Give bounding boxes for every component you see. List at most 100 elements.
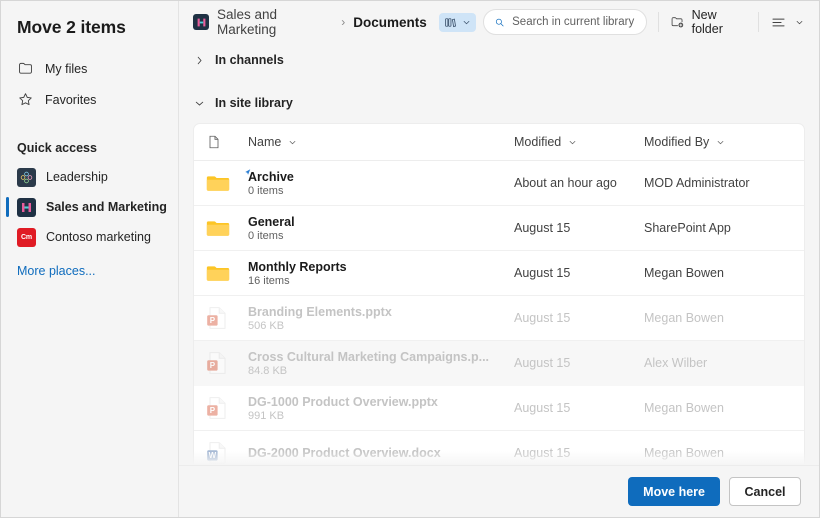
file-list: Name Modified Modified By Archive 0 item… xyxy=(193,123,805,476)
column-header-modified-label: Modified xyxy=(514,135,562,149)
column-header-modified-by[interactable]: Modified By xyxy=(644,135,790,149)
row-subtitle: 506 KB xyxy=(248,319,285,332)
toolbar-divider-2 xyxy=(758,12,760,32)
row-modified-by: Megan Bowen xyxy=(644,266,724,280)
sidebar-item-favorites[interactable]: Favorites xyxy=(1,84,178,115)
chevron-down-icon xyxy=(290,140,296,144)
toolbar: Sales and Marketing › Documents Search i… xyxy=(179,1,819,43)
site-badge-text: Cm xyxy=(21,233,32,241)
quick-access-header: Quick access xyxy=(17,141,97,155)
sidebar-item-my-files[interactable]: My files xyxy=(1,53,178,84)
column-header-modified[interactable]: Modified xyxy=(514,135,644,149)
table-row[interactable]: Monthly Reports 16 items August 15 Megan… xyxy=(194,251,804,296)
list-view-icon xyxy=(772,18,785,26)
chevron-down-icon xyxy=(463,20,470,24)
dialog-title: Move 2 items xyxy=(17,17,126,37)
breadcrumb-separator: › xyxy=(341,15,346,29)
table-row[interactable]: General 0 items August 15 SharePoint App xyxy=(194,206,804,251)
toolbar-actions: New folder xyxy=(482,8,805,36)
table-row: P Cross Cultural Marketing Campaigns.p..… xyxy=(194,341,804,386)
row-modified-by: SharePoint App xyxy=(644,221,731,235)
row-icon xyxy=(206,264,248,283)
row-title: Monthly Reports xyxy=(248,259,347,274)
row-subtitle: 0 items xyxy=(248,184,284,197)
group-label: In channels xyxy=(215,53,284,67)
view-options-button[interactable] xyxy=(770,14,805,31)
row-title: Cross Cultural Marketing Campaigns.p... xyxy=(248,349,490,364)
row-name-cell: DG-2000 Product Overview.docx xyxy=(248,446,514,461)
site-leadership-icon xyxy=(17,167,36,187)
more-places-link[interactable]: More places... xyxy=(1,264,178,278)
row-title: DG-1000 Product Overview.pptx xyxy=(248,394,438,409)
word-file-icon: W xyxy=(207,442,226,464)
row-title: Branding Elements.pptx xyxy=(248,304,392,319)
row-name-cell: General 0 items xyxy=(248,215,514,242)
chevron-right-icon xyxy=(197,56,202,64)
breadcrumb-site[interactable]: Sales and Marketing xyxy=(193,7,333,37)
column-header-icon[interactable] xyxy=(206,133,248,151)
row-modified-by: MOD Administrator xyxy=(644,176,750,190)
row-subtitle: 16 items xyxy=(248,274,290,287)
row-modified: August 15 xyxy=(514,356,571,370)
new-folder-icon xyxy=(671,17,683,28)
svg-text:W: W xyxy=(209,451,217,460)
row-modified: August 15 xyxy=(514,446,571,460)
sidebar-nav: My files Favorites xyxy=(1,53,178,115)
sidebar-place-sales-and-marketing[interactable]: Sales and Marketing xyxy=(1,192,178,222)
svg-text:P: P xyxy=(210,406,216,415)
column-header-name[interactable]: Name xyxy=(248,135,514,149)
group-label: In site library xyxy=(215,96,293,110)
toolbar-divider-1 xyxy=(657,12,659,32)
svg-text:P: P xyxy=(210,361,216,370)
sidebar-item-label: My files xyxy=(45,61,88,76)
content-scroll-area[interactable]: In channels In site library Name Modifie… xyxy=(179,43,819,517)
folder-icon xyxy=(17,60,34,77)
powerpoint-file-icon: P xyxy=(207,352,226,374)
column-header-name-label: Name xyxy=(248,135,282,149)
dialog-footer: Move here Cancel xyxy=(179,465,819,517)
table-header-row: Name Modified Modified By xyxy=(194,124,804,161)
sidebar-place-label: Leadership xyxy=(46,170,108,184)
table-row[interactable]: Archive 0 items About an hour ago MOD Ad… xyxy=(194,161,804,206)
row-modified: August 15 xyxy=(514,311,571,325)
search-input[interactable] xyxy=(512,16,636,28)
row-icon: P xyxy=(206,396,248,420)
site-sales-marketing-icon xyxy=(193,14,209,30)
group-in-channels[interactable]: In channels xyxy=(193,49,805,71)
row-modified: August 15 xyxy=(514,221,571,235)
main-panel: Sales and Marketing › Documents Search i… xyxy=(179,1,819,517)
row-title: General xyxy=(248,214,295,229)
folder-icon xyxy=(206,220,230,236)
library-switcher-button[interactable] xyxy=(438,12,476,32)
sidebar-place-leadership[interactable]: Leadership xyxy=(1,162,178,192)
row-subtitle: 0 items xyxy=(248,229,284,242)
chevron-down-icon xyxy=(717,140,724,144)
sidebar-item-label: Favorites xyxy=(45,92,97,107)
row-icon: P xyxy=(206,351,248,375)
new-folder-button[interactable]: New folder xyxy=(670,8,747,36)
row-modified: About an hour ago xyxy=(514,176,617,190)
search-box[interactable] xyxy=(482,9,647,35)
group-in-site-library[interactable]: In site library xyxy=(193,92,805,114)
chevron-down-icon xyxy=(796,20,803,24)
row-modified-by: Megan Bowen xyxy=(644,446,724,460)
row-modified-by: Megan Bowen xyxy=(644,311,724,325)
column-header-modified-by-label: Modified By xyxy=(644,135,710,149)
breadcrumb-site-label: Sales and Marketing xyxy=(217,7,278,37)
move-here-button[interactable]: Move here xyxy=(628,477,720,506)
search-icon xyxy=(495,18,504,26)
chevron-down-icon xyxy=(195,101,204,106)
table-row: P DG-1000 Product Overview.pptx 991 KB A… xyxy=(194,386,804,431)
powerpoint-file-icon: P xyxy=(207,397,226,419)
sidebar: Move 2 items My files Favorites Quick ac… xyxy=(1,1,179,517)
row-icon: P xyxy=(206,306,248,330)
row-name-cell: Archive 0 items xyxy=(248,170,514,197)
breadcrumb-library-label[interactable]: Documents xyxy=(353,15,427,30)
new-folder-label: New folder xyxy=(691,8,723,36)
row-name-cell: DG-1000 Product Overview.pptx 991 KB xyxy=(248,395,514,422)
row-subtitle: 991 KB xyxy=(248,409,285,422)
site-contoso-marketing-icon: Cm xyxy=(17,227,36,247)
row-icon xyxy=(206,219,248,238)
sidebar-place-contoso-marketing[interactable]: Cm Contoso marketing xyxy=(1,222,178,252)
cancel-button[interactable]: Cancel xyxy=(729,477,801,506)
